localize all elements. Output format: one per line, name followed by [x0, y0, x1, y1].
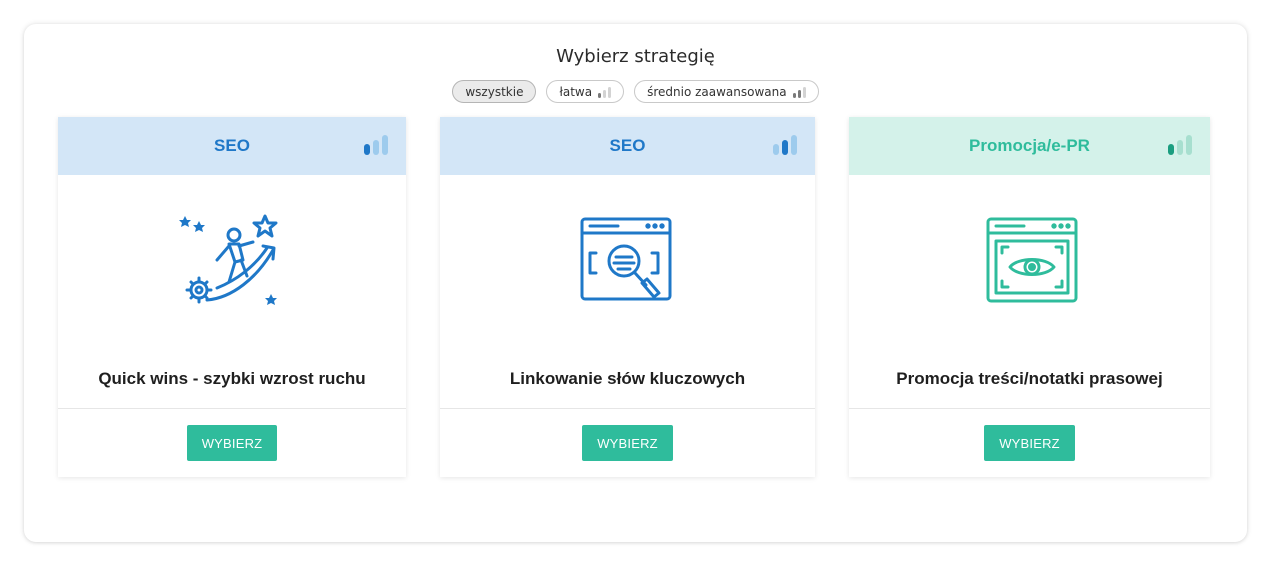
card-category: Promocja/e-PR	[969, 136, 1090, 155]
card-category-header: SEO	[440, 117, 815, 175]
card-category-header: SEO	[58, 117, 406, 175]
strategy-card-quick-wins: SEO Quick wins - szybki wzrost ruchu WYB…	[58, 117, 406, 477]
card-title: Promocja treści/notatki prasowej	[896, 369, 1163, 388]
difficulty-intermediate-icon	[792, 86, 806, 98]
select-button[interactable]: WYBIERZ	[582, 425, 673, 461]
filter-label: wszystkie	[465, 84, 524, 99]
filter-intermediate[interactable]: średnio zaawansowana	[634, 80, 819, 103]
card-category-header: Promocja/e-PR	[849, 117, 1210, 175]
browser-search-icon	[580, 217, 671, 300]
filter-easy[interactable]: łatwa	[546, 80, 625, 103]
card-illustration	[849, 175, 1210, 350]
card-category: SEO	[214, 136, 250, 155]
difficulty-bars-icon	[364, 135, 388, 155]
select-button[interactable]: WYBIERZ	[186, 425, 278, 461]
strategy-card-content-promotion: Promocja/e-PR Promocja treści/notatki pr…	[849, 117, 1210, 477]
browser-eye-icon	[986, 217, 1077, 302]
select-button[interactable]: WYBIERZ	[984, 425, 1075, 461]
page-title: Wybierz strategię	[556, 46, 715, 67]
card-footer: WYBIERZ	[440, 408, 815, 477]
difficulty-bars-icon	[773, 135, 797, 155]
growth-climber-icon	[179, 214, 278, 305]
card-category: SEO	[609, 136, 646, 155]
difficulty-bars-icon	[1168, 135, 1192, 155]
strategy-card-keyword-linking: SEO Linkowanie słów kluczowych WYBIERZ	[440, 117, 815, 477]
card-title: Quick wins - szybki wzrost ruchu	[98, 369, 366, 388]
card-footer: WYBIERZ	[849, 408, 1210, 477]
difficulty-easy-icon	[598, 86, 612, 98]
filter-label: łatwa	[559, 84, 593, 99]
card-illustration	[440, 175, 815, 350]
card-footer: WYBIERZ	[58, 408, 406, 477]
filter-all[interactable]: wszystkie	[452, 80, 537, 103]
card-illustration	[58, 175, 406, 350]
difficulty-filters: wszystkie łatwa średnio zaawansowana	[24, 80, 1247, 103]
card-title: Linkowanie słów kluczowych	[509, 369, 746, 388]
filter-label: średnio zaawansowana	[647, 84, 787, 99]
